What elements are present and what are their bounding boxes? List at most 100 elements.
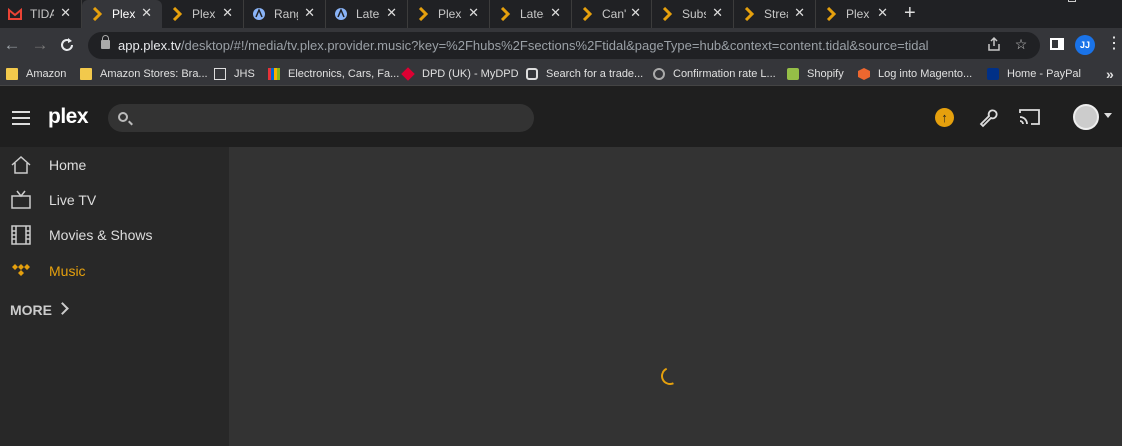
browser-window: { "tabs": [ {"label": "TIDA", "icon": "g…: [0, 0, 1122, 446]
tab-label: Plex: [112, 7, 136, 21]
browser-toolbar: ← → app.plex.tv/desktop/#!/media/tv.plex…: [0, 28, 1122, 62]
tab-label: TIDA: [30, 7, 54, 21]
forum-icon: [335, 8, 347, 20]
url-host: app.plex.tv: [118, 38, 181, 53]
plex-icon: [418, 7, 429, 21]
close-tab-icon[interactable]: ✕: [141, 6, 152, 20]
cast-icon[interactable]: [1019, 108, 1040, 125]
close-tab-icon[interactable]: ✕: [550, 6, 561, 20]
close-tab-icon[interactable]: ✕: [630, 6, 641, 20]
close-tab-icon[interactable]: ✕: [877, 6, 888, 20]
spacer: [0, 86, 1122, 96]
folder-icon: [6, 68, 18, 80]
url-path: /desktop/#!/media/tv.plex.provider.music…: [180, 38, 929, 53]
bookmark-label: Shopify: [807, 68, 844, 80]
side-panel-icon[interactable]: [1049, 36, 1065, 52]
bookmark-label: DPD (UK) - MyDPD: [422, 68, 519, 80]
sidebar-item-live-tv[interactable]: Live TV: [0, 184, 229, 216]
plex-icon: [500, 7, 511, 21]
spacer: [0, 140, 1122, 147]
plex-icon: [582, 7, 593, 21]
sidebar-item-label: Music: [49, 263, 86, 279]
close-tab-icon[interactable]: ✕: [712, 6, 723, 20]
tab-cant[interactable]: Can't ✕: [572, 0, 652, 28]
tab-latest-2[interactable]: Lates ✕: [490, 0, 572, 28]
tab-plex-3[interactable]: Plex ✕: [816, 0, 898, 28]
bookmark-label: Home - PayPal: [1007, 68, 1081, 80]
plex-icon: [172, 7, 183, 21]
plex-icon: [662, 7, 673, 21]
folder-icon: [80, 68, 92, 80]
plex-logo[interactable]: plex: [48, 105, 89, 129]
more-bookmarks-icon[interactable]: »: [1106, 66, 1114, 82]
sidebar-item-label: Live TV: [49, 192, 97, 208]
new-tab-button[interactable]: +: [904, 3, 916, 23]
ebay-icon: [268, 68, 280, 80]
tab-label: Can't: [602, 7, 626, 21]
chevron-down-icon[interactable]: [1104, 113, 1112, 118]
sidebar-item-home[interactable]: Home: [0, 149, 229, 181]
update-arrow-icon[interactable]: ↑: [935, 108, 954, 127]
bookmark-label: Amazon Stores: Bra...: [100, 68, 208, 80]
tab-label: Lates: [520, 7, 544, 21]
bookmark-label: Confirmation rate L...: [673, 68, 776, 80]
tab-rang[interactable]: Rang ✕: [244, 0, 326, 28]
share-icon[interactable]: [986, 36, 1002, 52]
loading-spinner-icon: [658, 364, 682, 388]
tab-subs[interactable]: Subs ✕: [652, 0, 734, 28]
bookmark-label: JHS: [234, 68, 255, 80]
hamburger-menu-icon[interactable]: [12, 111, 30, 125]
back-arrow-icon[interactable]: ←: [2, 35, 22, 55]
bookmark-label: Electronics, Cars, Fa...: [288, 68, 400, 80]
user-avatar[interactable]: [1073, 104, 1099, 130]
sidebar-item-movies-shows[interactable]: Movies & Shows: [0, 219, 229, 251]
lock-icon[interactable]: [101, 35, 110, 49]
tv-icon: [11, 190, 31, 209]
globe-icon: [653, 68, 665, 80]
close-tab-icon[interactable]: ✕: [468, 6, 479, 20]
close-tab-icon[interactable]: ✕: [386, 6, 397, 20]
bookmark-label: Log into Magento...: [878, 68, 973, 80]
profile-avatar[interactable]: JJ: [1075, 35, 1095, 55]
tab-latest[interactable]: Lates ✕: [326, 0, 408, 28]
tab-label: Lates: [356, 7, 380, 21]
main-content: [229, 147, 1122, 446]
forum-icon: [253, 8, 265, 20]
plex-header: plex ↑: [0, 96, 1122, 140]
tab-plex-2[interactable]: Plex ✕: [408, 0, 490, 28]
tab-plex[interactable]: Plex ✕: [162, 0, 244, 28]
wrench-settings-icon[interactable]: [977, 106, 999, 128]
chevron-right-icon[interactable]: [56, 302, 69, 315]
kebab-menu-icon[interactable]: ⋮: [1106, 36, 1122, 52]
gmail-icon: [8, 7, 22, 20]
tab-label: Subs: [682, 7, 706, 21]
close-tab-icon[interactable]: ✕: [222, 6, 233, 20]
address-bar[interactable]: app.plex.tv/desktop/#!/media/tv.plex.pro…: [88, 32, 1040, 59]
tab-tidal[interactable]: TIDA ✕: [0, 0, 82, 28]
dpd-icon: [401, 67, 415, 81]
tidal-icon: [12, 264, 30, 276]
film-icon: [11, 225, 31, 245]
more-link[interactable]: MORE: [10, 302, 52, 318]
url-text[interactable]: app.plex.tv/desktop/#!/media/tv.plex.pro…: [118, 38, 929, 53]
sidebar-item-music[interactable]: Music: [0, 255, 229, 287]
close-tab-icon[interactable]: ✕: [794, 6, 805, 20]
tab-strip: TIDA ✕ Plex ✕ Plex ✕ Rang ✕ Lates ✕ Plex…: [0, 0, 1122, 28]
tab-stream[interactable]: Strea ✕: [734, 0, 816, 28]
restore-icon[interactable]: [1068, 0, 1076, 2]
paypal-icon: [987, 68, 999, 80]
tab-label: Strea: [764, 7, 788, 21]
tab-plex-active[interactable]: Plex ✕: [82, 0, 162, 28]
tab-label: Plex: [192, 7, 216, 21]
star-icon[interactable]: ☆: [1013, 36, 1029, 52]
plex-icon: [92, 7, 103, 21]
tab-label: Rang: [274, 7, 298, 21]
search-input[interactable]: [108, 104, 534, 132]
close-tab-icon[interactable]: ✕: [60, 6, 71, 20]
jhs-icon: [214, 68, 226, 80]
bookmarks-bar: Amazon Amazon Stores: Bra... JHS Electro…: [0, 62, 1122, 86]
forward-arrow-icon[interactable]: →: [30, 35, 50, 55]
plex-icon: [744, 7, 755, 21]
reload-icon[interactable]: [58, 36, 76, 54]
close-tab-icon[interactable]: ✕: [304, 6, 315, 20]
